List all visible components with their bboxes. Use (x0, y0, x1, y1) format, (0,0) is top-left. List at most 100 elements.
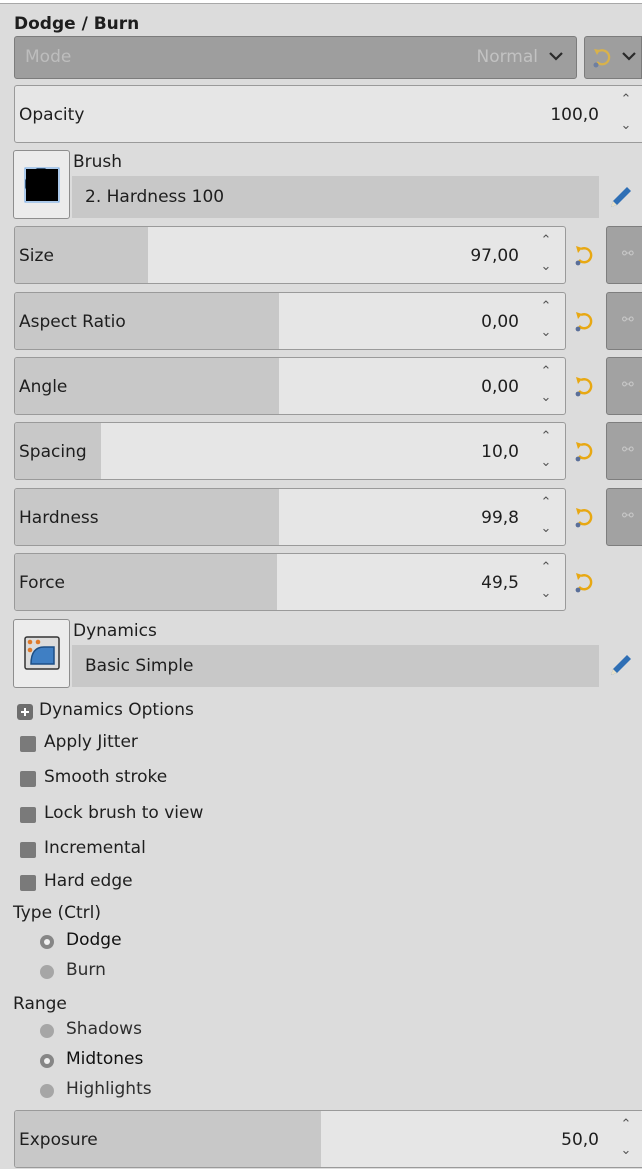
angle-label: Angle (19, 377, 68, 397)
chain-link-icon: ⚯ (622, 377, 634, 393)
aspect-ratio-spin-arrows[interactable]: ⌃ ⌄ (527, 293, 565, 349)
spacing-scale[interactable]: Spacing 10,0 ⌃ ⌄ (14, 422, 566, 480)
top-border (0, 0, 642, 4)
angle-scale[interactable]: Angle 0,00 ⌃ ⌄ (14, 357, 566, 415)
brush-label: Brush (73, 152, 123, 172)
checkbox-box[interactable] (20, 771, 36, 787)
reset-hardness-icon[interactable] (572, 506, 598, 535)
spin-up-icon[interactable]: ⌃ (527, 299, 565, 314)
spin-up-icon[interactable]: ⌃ (527, 560, 565, 575)
spin-up-icon[interactable]: ⌃ (527, 495, 565, 510)
brush-preview-icon (24, 167, 60, 203)
opacity-value: 100,0 (550, 105, 599, 125)
hardness-label: Hardness (19, 508, 99, 528)
dynamics-label: Dynamics (73, 621, 157, 641)
spacing-spin-arrows[interactable]: ⌃ ⌄ (527, 423, 565, 479)
spin-down-icon[interactable]: ⌄ (607, 118, 642, 133)
opacity-spin-arrows[interactable]: ⌃ ⌄ (607, 86, 642, 142)
aspect-ratio-label: Aspect Ratio (19, 312, 126, 332)
checkbox-box[interactable] (20, 875, 36, 891)
spin-up-icon[interactable]: ⌃ (607, 1117, 642, 1132)
dynamics-name: Basic Simple (85, 656, 194, 676)
mode-label: Mode (25, 47, 72, 67)
spin-down-icon[interactable]: ⌄ (607, 1143, 642, 1158)
spin-down-icon[interactable]: ⌄ (527, 455, 565, 470)
spin-down-icon[interactable]: ⌄ (527, 390, 565, 405)
radio-dot[interactable] (40, 935, 54, 949)
chain-link-icon: ⚯ (622, 442, 634, 458)
exposure-label: Exposure (19, 1130, 98, 1150)
spin-down-icon[interactable]: ⌄ (527, 586, 565, 601)
force-scale[interactable]: Force 49,5 ⌃ ⌄ (14, 553, 566, 611)
reset-angle-icon[interactable] (572, 375, 598, 404)
spin-down-icon[interactable]: ⌄ (527, 521, 565, 536)
range-group-label: Range (13, 994, 67, 1014)
link-aspect-ratio-button[interactable]: ⚯ (606, 292, 642, 350)
blend-space-combo[interactable] (584, 36, 642, 79)
checkbox-box[interactable] (20, 807, 36, 823)
exposure-scale[interactable]: Exposure 50,0 ⌃ ⌄ (14, 1110, 642, 1168)
mode-combo[interactable]: Mode Normal (14, 36, 577, 79)
brush-name: 2. Hardness 100 (85, 187, 225, 207)
radio-dot[interactable] (40, 1054, 54, 1068)
brush-name-field[interactable]: 2. Hardness 100 (72, 176, 599, 218)
exposure-value: 50,0 (561, 1130, 599, 1150)
tool-options-title: Dodge / Burn (14, 14, 140, 34)
spin-up-icon[interactable]: ⌃ (527, 233, 565, 248)
angle-value: 0,00 (481, 377, 519, 397)
checkbox-label: Incremental (44, 838, 146, 858)
exposure-spin-arrows[interactable]: ⌃ ⌄ (607, 1111, 642, 1167)
force-label: Force (19, 573, 65, 593)
spin-down-icon[interactable]: ⌄ (527, 259, 565, 274)
dynamics-preview-button[interactable] (13, 619, 70, 688)
reset-aspect-ratio-icon[interactable] (572, 310, 598, 339)
radio-dot[interactable] (40, 965, 54, 979)
spacing-value: 10,0 (481, 442, 519, 462)
checkbox-label: Apply Jitter (44, 732, 138, 752)
spacing-label: Spacing (19, 442, 87, 462)
hardness-spin-arrows[interactable]: ⌃ ⌄ (527, 489, 565, 545)
radio-label: Midtones (66, 1049, 144, 1069)
reset-size-icon[interactable] (572, 244, 598, 273)
link-size-button[interactable]: ⚯ (606, 226, 642, 284)
spin-down-icon[interactable]: ⌄ (527, 325, 565, 340)
link-spacing-button[interactable]: ⚯ (606, 422, 642, 480)
mode-value: Normal (476, 47, 538, 67)
force-spin-arrows[interactable]: ⌃ ⌄ (527, 554, 565, 610)
spin-up-icon[interactable]: ⌃ (527, 364, 565, 379)
radio-label: Dodge (66, 930, 122, 950)
radio-label: Highlights (66, 1079, 152, 1099)
size-scale[interactable]: Size 97,00 ⌃ ⌄ (14, 226, 566, 284)
radio-label: Burn (66, 960, 106, 980)
hardness-scale[interactable]: Hardness 99,8 ⌃ ⌄ (14, 488, 566, 546)
hardness-value: 99,8 (481, 508, 519, 528)
checkbox-label: Hard edge (44, 871, 133, 891)
opacity-scale[interactable]: Opacity 100,0 ⌃ ⌄ (14, 85, 642, 143)
reset-spacing-icon[interactable] (572, 440, 598, 469)
link-angle-button[interactable]: ⚯ (606, 357, 642, 415)
checkbox-box[interactable] (20, 736, 36, 752)
edit-dynamics-icon[interactable] (608, 652, 634, 683)
checkbox-label: Lock brush to view (44, 803, 204, 823)
type-group-label: Type (Ctrl) (13, 903, 101, 923)
aspect-ratio-value: 0,00 (481, 312, 519, 332)
spin-up-icon[interactable]: ⌃ (527, 429, 565, 444)
opacity-label: Opacity (19, 105, 85, 125)
radio-dot[interactable] (40, 1084, 54, 1098)
size-value: 97,00 (470, 246, 519, 266)
dynamics-name-field[interactable]: Basic Simple (72, 645, 599, 687)
link-hardness-button[interactable]: ⚯ (606, 488, 642, 546)
edit-brush-icon[interactable] (608, 184, 634, 215)
dynamics-options-label: Dynamics Options (39, 700, 194, 720)
expand-plus-icon (17, 704, 33, 720)
force-value: 49,5 (481, 573, 519, 593)
angle-spin-arrows[interactable]: ⌃ ⌄ (527, 358, 565, 414)
radio-dot[interactable] (40, 1024, 54, 1038)
aspect-ratio-scale[interactable]: Aspect Ratio 0,00 ⌃ ⌄ (14, 292, 566, 350)
chain-link-icon: ⚯ (622, 508, 634, 524)
size-spin-arrows[interactable]: ⌃ ⌄ (527, 227, 565, 283)
brush-preview-button[interactable] (13, 150, 70, 219)
checkbox-box[interactable] (20, 842, 36, 858)
spin-up-icon[interactable]: ⌃ (607, 92, 642, 107)
reset-force-icon[interactable] (572, 571, 598, 600)
